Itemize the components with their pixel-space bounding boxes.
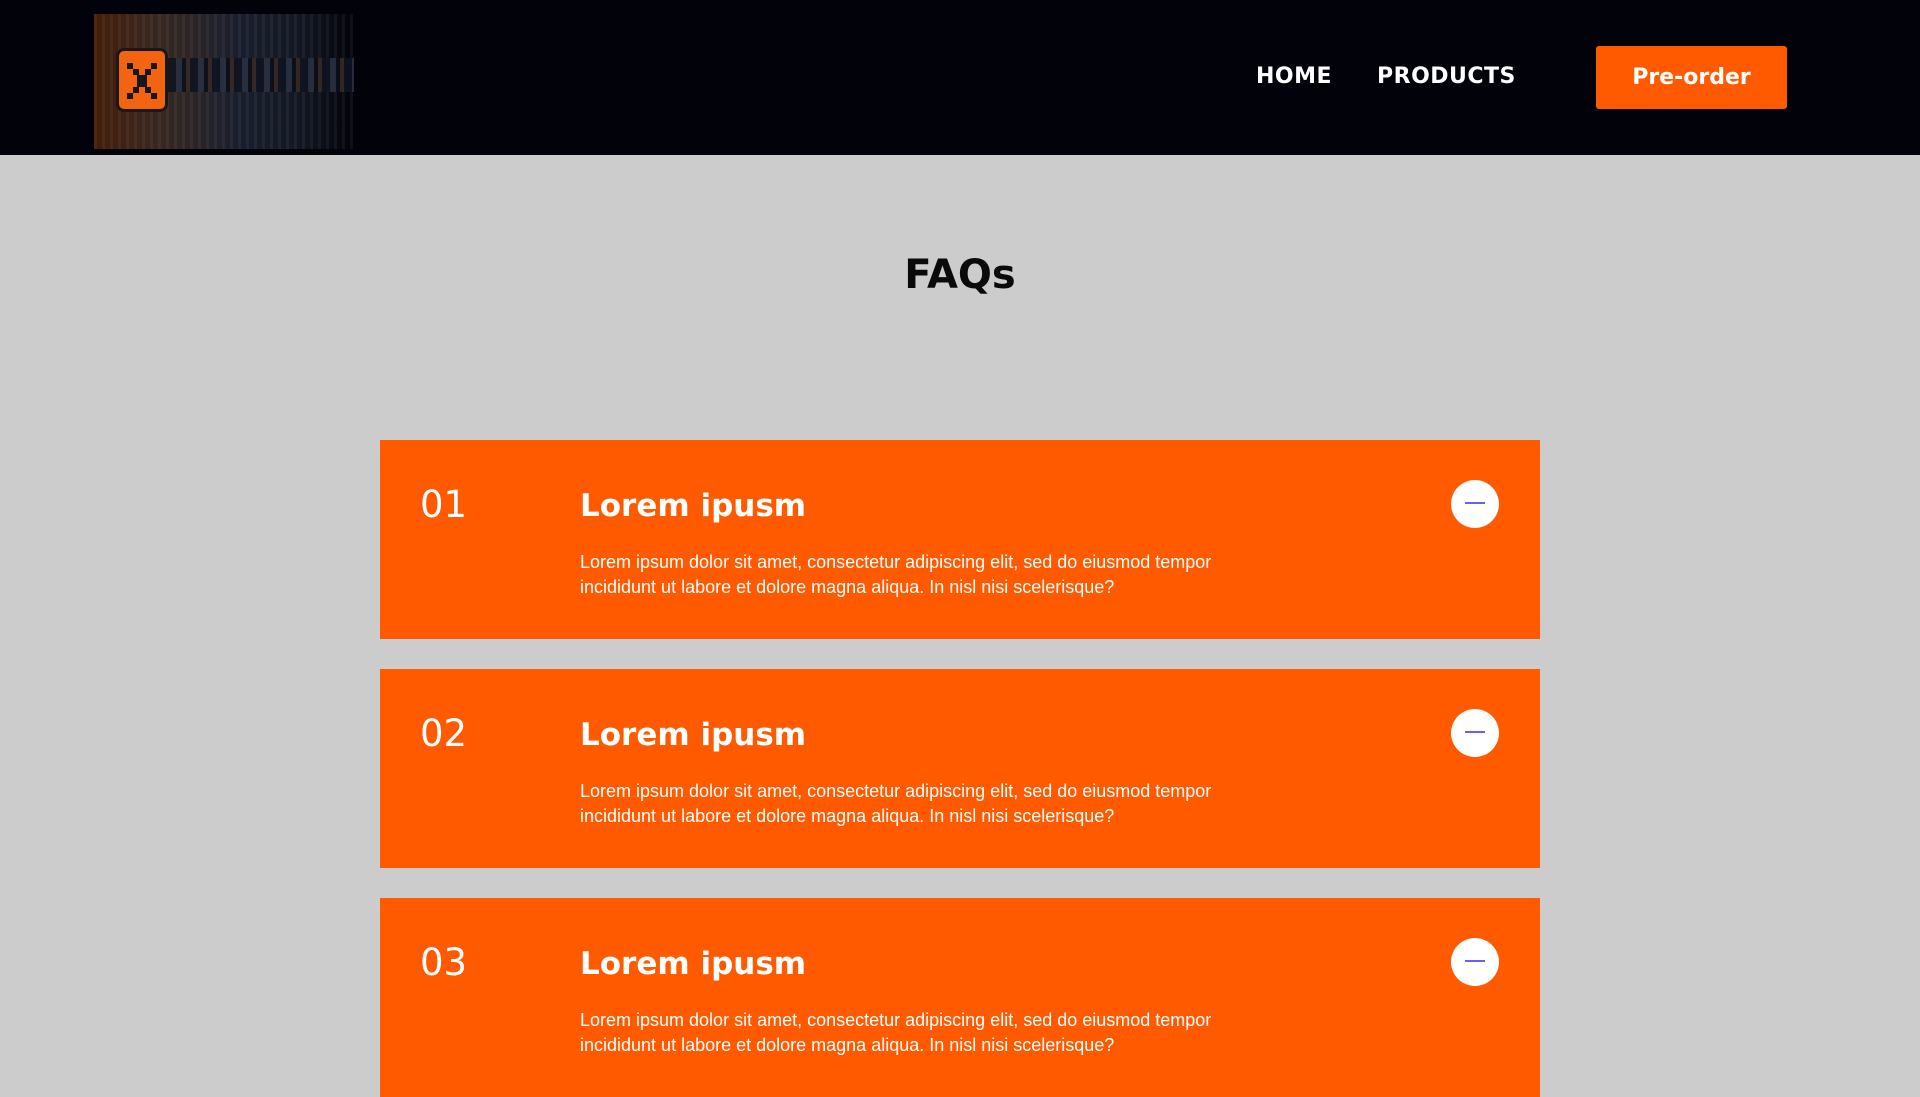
faq-number: 01 [420, 483, 468, 526]
site-header: HOME PRODUCTS Pre-order [0, 0, 1920, 155]
x-logo-icon [116, 48, 168, 112]
faq-question[interactable]: Lorem ipusm [580, 488, 806, 524]
minus-icon [1465, 960, 1485, 962]
faq-number: 02 [420, 712, 468, 755]
faq-item: 02 Lorem ipusm Lorem ipsum dolor sit ame… [380, 669, 1540, 868]
page-title: FAQs [904, 252, 1016, 298]
nav-home-link[interactable]: HOME [1256, 64, 1332, 89]
logo-glitch-texture [154, 58, 354, 92]
faq-item: 01 Lorem ipusm Lorem ipsum dolor sit ame… [380, 440, 1540, 639]
minus-icon [1465, 731, 1485, 733]
faq-item: 03 Lorem ipusm Lorem ipsum dolor sit ame… [380, 898, 1540, 1097]
faq-question[interactable]: Lorem ipusm [580, 717, 806, 753]
faq-number: 03 [420, 941, 468, 984]
faq-toggle-button[interactable] [1451, 480, 1499, 528]
minus-icon [1465, 502, 1485, 504]
preorder-button[interactable]: Pre-order [1596, 46, 1787, 109]
faq-question[interactable]: Lorem ipusm [580, 946, 806, 982]
site-logo[interactable] [94, 14, 354, 149]
nav-products-link[interactable]: PRODUCTS [1377, 64, 1516, 89]
faq-answer: Lorem ipsum dolor sit amet, consectetur … [580, 552, 1212, 597]
faq-answer: Lorem ipsum dolor sit amet, consectetur … [580, 781, 1212, 826]
faq-answer: Lorem ipsum dolor sit amet, consectetur … [580, 1010, 1212, 1055]
faq-toggle-button[interactable] [1451, 709, 1499, 757]
faq-toggle-button[interactable] [1451, 938, 1499, 986]
